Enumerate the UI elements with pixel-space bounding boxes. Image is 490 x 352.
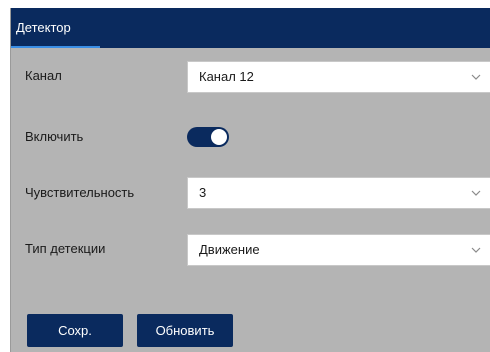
save-button[interactable]: Сохр.	[27, 314, 123, 347]
tab-detector-label: Детектор	[16, 20, 71, 35]
channel-select-value: Канал 12	[199, 69, 254, 84]
chevron-down-icon	[471, 247, 481, 253]
active-tab-indicator	[11, 46, 100, 48]
sensitivity-label: Чувствительность	[25, 185, 135, 200]
refresh-button[interactable]: Обновить	[137, 314, 233, 347]
detection-type-select-value: Движение	[199, 242, 260, 257]
detection-type-select[interactable]: Движение	[187, 234, 490, 266]
sensitivity-select[interactable]: 3	[187, 177, 490, 209]
toggle-knob	[211, 129, 227, 145]
enable-label: Включить	[25, 129, 84, 144]
detector-panel: Детектор Канал Канал 12 Включить Чувстви…	[10, 8, 490, 352]
detection-type-label: Тип детекции	[25, 241, 106, 256]
chevron-down-icon	[471, 74, 481, 80]
enable-toggle[interactable]	[187, 127, 229, 147]
panel-header: Детектор	[11, 8, 490, 48]
sensitivity-select-value: 3	[199, 185, 207, 200]
channel-select[interactable]: Канал 12	[187, 61, 490, 93]
chevron-down-icon	[471, 190, 481, 196]
tab-detector[interactable]: Детектор	[11, 8, 100, 48]
channel-label: Канал	[25, 68, 62, 83]
